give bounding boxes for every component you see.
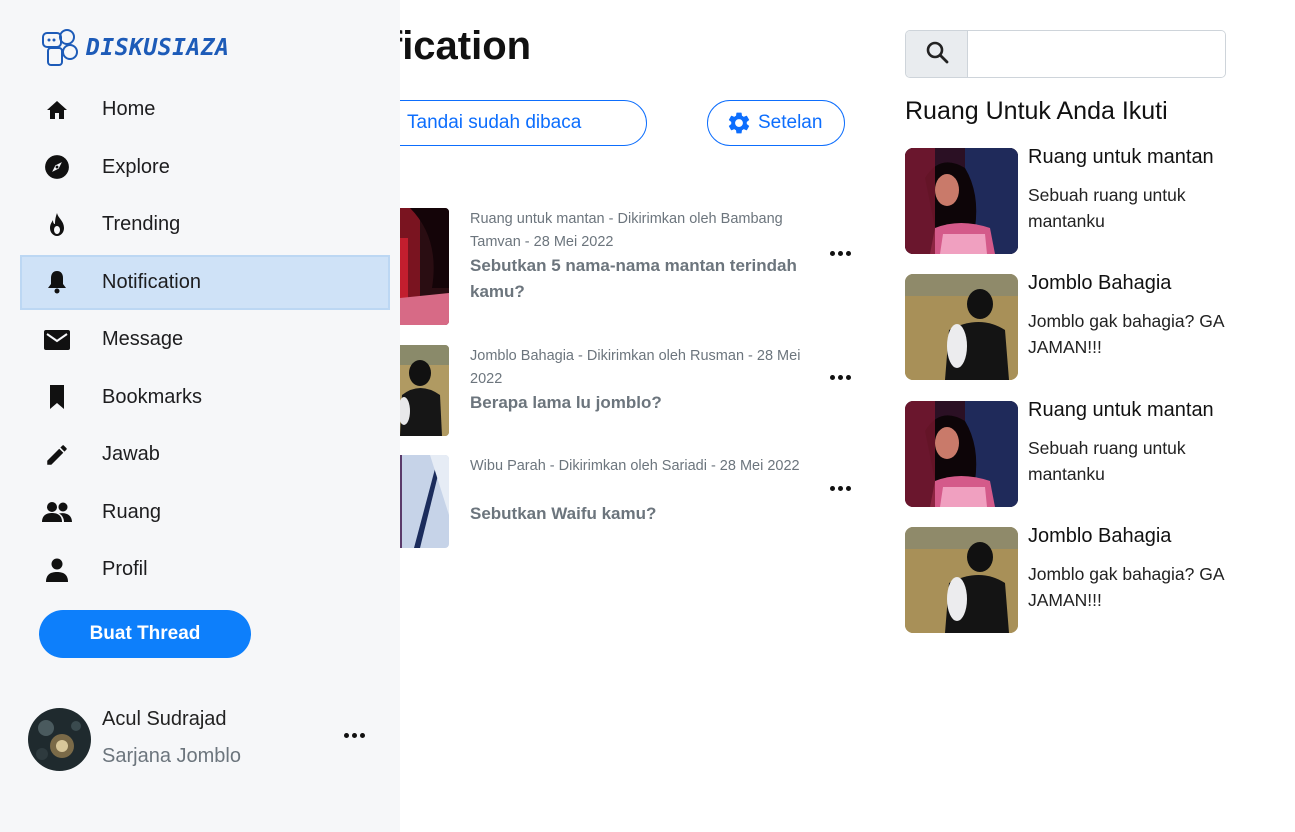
notification-question[interactable]: Sebutkan 5 nama-nama mantan terindah kam… <box>470 253 800 305</box>
brand-logo[interactable]: DISKUSIAZA <box>40 28 229 68</box>
compass-icon <box>42 152 72 182</box>
notification-meta: Wibu Parah - Dikirimkan oleh Sariadi - 2… <box>470 458 800 474</box>
sidebar-item-explore[interactable]: Explore <box>20 140 390 195</box>
settings-label: Setelan <box>758 112 823 133</box>
envelope-icon <box>42 325 72 355</box>
notification-item[interactable]: Jomblo Bahagia - Dikirimkan oleh Rusman … <box>380 345 860 440</box>
search-input[interactable] <box>968 31 1225 77</box>
room-thumbnail <box>905 148 1018 254</box>
sidebar-item-ruang[interactable]: Ruang <box>20 485 390 540</box>
notification-meta: Ruang untuk mantan - Dikirimkan oleh Bam… <box>470 211 783 250</box>
room-description: Sebuah ruang untuk mantanku <box>1028 438 1186 484</box>
room-thumbnail <box>905 527 1018 633</box>
user-profile-card[interactable]: Acul Sudrajad Sarjana Jomblo <box>28 705 378 775</box>
flame-icon <box>42 210 72 240</box>
notification-question[interactable]: Sebutkan Waifu kamu? <box>470 501 800 527</box>
mark-all-read-label: Tandai sudah dibaca <box>407 112 582 133</box>
brand-name: DISKUSIAZA <box>86 35 230 61</box>
sidebar-nav: Home Explore Trending Notification Messa… <box>20 82 390 600</box>
notification-question[interactable]: Berapa lama lu jomblo? <box>470 390 800 416</box>
room-name: Jomblo Bahagia <box>1028 272 1172 294</box>
user-name: Acul Sudrajad <box>102 708 227 730</box>
room-suggestion[interactable]: Jomblo Bahagia Jomblo gak bahagia? GA JA… <box>905 272 1265 382</box>
sidebar-item-notification[interactable]: Notification <box>20 254 390 310</box>
search-bar <box>905 30 1226 78</box>
room-thumbnail <box>905 401 1018 507</box>
sidebar-item-label: Bookmarks <box>102 385 203 408</box>
more-options-icon[interactable] <box>344 733 365 738</box>
suggested-rooms-heading: Ruang Untuk Anda Ikuti <box>905 97 1168 125</box>
sidebar: DISKUSIAZA Home Explore Trending Notific… <box>0 0 400 832</box>
user-role: Sarjana Jomblo <box>102 745 241 767</box>
sidebar-item-bookmarks[interactable]: Bookmarks <box>20 370 390 425</box>
sidebar-item-message[interactable]: Message <box>20 312 390 367</box>
settings-button[interactable]: Setelan <box>707 100 845 146</box>
more-options-icon[interactable] <box>830 373 854 381</box>
room-suggestion[interactable]: Ruang untuk mantan Sebuah ruang untuk ma… <box>905 399 1265 509</box>
create-thread-button[interactable]: Buat Thread <box>39 610 251 658</box>
sidebar-item-label: Jawab <box>102 443 160 465</box>
mark-all-read-button[interactable]: Tandai sudah dibaca <box>360 100 647 146</box>
more-options-icon[interactable] <box>830 249 854 257</box>
room-description: Sebuah ruang untuk mantanku <box>1028 185 1186 231</box>
bell-icon <box>42 267 72 297</box>
pencil-icon <box>42 440 72 470</box>
room-name: Ruang untuk mantan <box>1028 146 1214 168</box>
avatar <box>28 708 91 771</box>
sidebar-item-label: Ruang <box>102 500 161 523</box>
room-description: Jomblo gak bahagia? GA JAMAN!!! <box>1028 311 1224 357</box>
room-description: Jomblo gak bahagia? GA JAMAN!!! <box>1028 564 1224 610</box>
sidebar-item-profil[interactable]: Profil <box>20 542 390 597</box>
chat-bubbles-logo-icon <box>42 29 78 66</box>
room-suggestion[interactable]: Jomblo Bahagia Jomblo gak bahagia? GA JA… <box>905 525 1265 635</box>
sidebar-item-label: Notification <box>102 270 201 293</box>
room-thumbnail <box>905 274 1018 380</box>
sidebar-item-label: Explore <box>102 155 170 178</box>
notification-item[interactable]: Ruang untuk mantan - Dikirimkan oleh Bam… <box>380 208 860 328</box>
notification-item[interactable]: Wibu Parah - Dikirimkan oleh Sariadi - 2… <box>380 455 860 550</box>
gear-icon <box>728 112 750 134</box>
home-icon <box>42 95 72 125</box>
notification-meta: Jomblo Bahagia - Dikirimkan oleh Rusman … <box>470 348 801 387</box>
person-icon <box>42 555 72 585</box>
more-options-icon[interactable] <box>830 484 854 492</box>
sidebar-item-label: Profil <box>102 558 148 580</box>
sidebar-item-home[interactable]: Home <box>20 82 390 137</box>
search-button[interactable] <box>906 31 968 77</box>
sidebar-item-label: Home <box>102 98 156 120</box>
room-name: Ruang untuk mantan <box>1028 399 1214 421</box>
room-name: Jomblo Bahagia <box>1028 525 1172 547</box>
search-icon <box>925 40 949 69</box>
bookmark-icon <box>42 382 72 412</box>
sidebar-item-jawab[interactable]: Jawab <box>20 427 390 482</box>
sidebar-item-trending[interactable]: Trending <box>20 197 390 252</box>
sidebar-item-label: Message <box>102 328 184 350</box>
sidebar-item-label: Trending <box>102 213 181 235</box>
room-suggestion[interactable]: Ruang untuk mantan Sebuah ruang untuk ma… <box>905 146 1265 256</box>
people-icon <box>42 497 72 527</box>
